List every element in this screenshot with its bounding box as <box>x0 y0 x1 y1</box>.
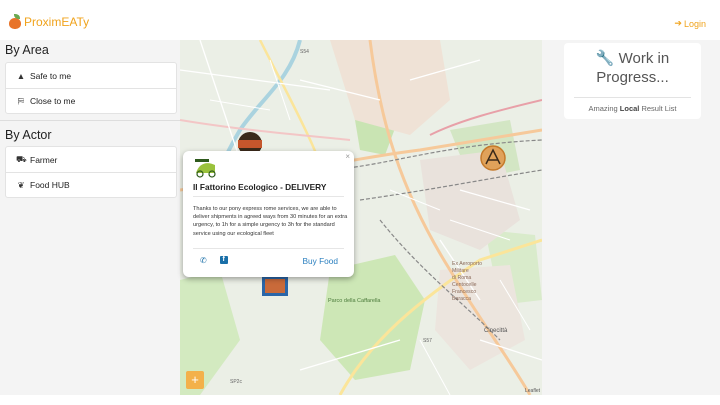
results-subtitle: Amazing Local Result List <box>564 104 701 113</box>
actor-filter-list: ⛟ Farmer ❦ Food HUB <box>5 146 177 198</box>
road-label-s57: S57 <box>423 338 432 344</box>
subtitle-post: Result List <box>639 104 677 113</box>
road-label-sp2c: SP2c <box>230 379 242 385</box>
top-navbar: ProximEATy ➔ Login <box>0 0 720 40</box>
buy-food-link[interactable]: Buy Food <box>302 256 338 266</box>
leaf-icon: ❦ <box>17 179 25 190</box>
filter-close-to-me[interactable]: ⛿ Close to me <box>6 88 176 113</box>
filter-safe-to-me[interactable]: ▲ Safe to me <box>6 63 176 88</box>
road-label-s54: S54 <box>300 49 309 55</box>
filter-label: Farmer <box>30 154 58 165</box>
area-filter-list: ▲ Safe to me ⛿ Close to me <box>5 62 177 114</box>
results-card: 🔧 Work in Progress... Amazing Local Resu… <box>564 43 701 119</box>
filter-label: Safe to me <box>30 70 72 81</box>
login-link[interactable]: ➔ Login <box>674 18 706 29</box>
svg-text:Militare: Militare <box>452 268 469 274</box>
brand-logo[interactable]: ProximEATy <box>8 14 89 30</box>
district-label-cinecitta: Cinecittà <box>484 328 508 334</box>
login-label: Login <box>683 18 706 29</box>
by-actor-heading: By Actor <box>5 128 52 142</box>
svg-text:di Roma: di Roma <box>452 275 471 281</box>
whatsapp-icon[interactable]: ✆ <box>200 256 207 265</box>
tractor-icon: ⛟ <box>16 153 27 164</box>
map-poi-label: Ex Aeroporto <box>452 261 482 267</box>
divider <box>574 97 691 98</box>
facebook-icon[interactable]: f <box>219 256 228 264</box>
filter-label: Food HUB <box>30 180 70 190</box>
warning-icon: ▲ <box>16 70 26 81</box>
subtitle-pre: Amazing <box>588 104 620 113</box>
by-area-heading: By Area <box>5 43 49 57</box>
svg-text:Centocelle: Centocelle <box>452 282 477 288</box>
bottom-strip <box>0 395 720 405</box>
filter-sidebar: By Area ▲ Safe to me ⛿ Close to me By Ac… <box>0 40 180 405</box>
popup-description: Thanks to our pony express rome services… <box>193 206 348 237</box>
svg-text:Francesco: Francesco <box>452 289 476 295</box>
park-label: Parco della Caffarella <box>328 298 381 304</box>
filter-farmer[interactable]: ⛟ Farmer <box>6 147 176 172</box>
subtitle-bold: Local <box>619 104 640 113</box>
apple-logo-icon <box>8 14 22 30</box>
popup-social-links: ✆ f <box>200 256 228 265</box>
marker-popup: × Il Fattorino Ecologico - DELIVERY Than… <box>183 151 354 277</box>
results-panel: 🔧 Work in Progress... Amazing Local Resu… <box>542 40 720 395</box>
sign-in-icon: ➔ <box>674 18 682 28</box>
popup-title: Il Fattorino Ecologico - DELIVERY <box>193 182 327 192</box>
work-in-progress-title: 🔧 Work in Progress... <box>564 49 701 87</box>
brand-name: ProximEATy <box>24 15 90 29</box>
map-attribution[interactable]: Leaflet <box>525 388 540 394</box>
divider <box>193 196 344 197</box>
divider <box>193 248 344 249</box>
svg-text:Baracca: Baracca <box>452 296 471 302</box>
zoom-in-button[interactable]: + <box>186 371 204 389</box>
fattorino-logo-icon <box>193 157 219 179</box>
map-icon: ⛿ <box>17 95 25 106</box>
divider <box>0 120 180 121</box>
close-icon[interactable]: × <box>345 152 350 161</box>
filter-label: Close to me <box>30 96 76 106</box>
filter-food-hub[interactable]: ❦ Food HUB <box>6 172 176 197</box>
wrench-icon: 🔧 <box>595 50 615 67</box>
